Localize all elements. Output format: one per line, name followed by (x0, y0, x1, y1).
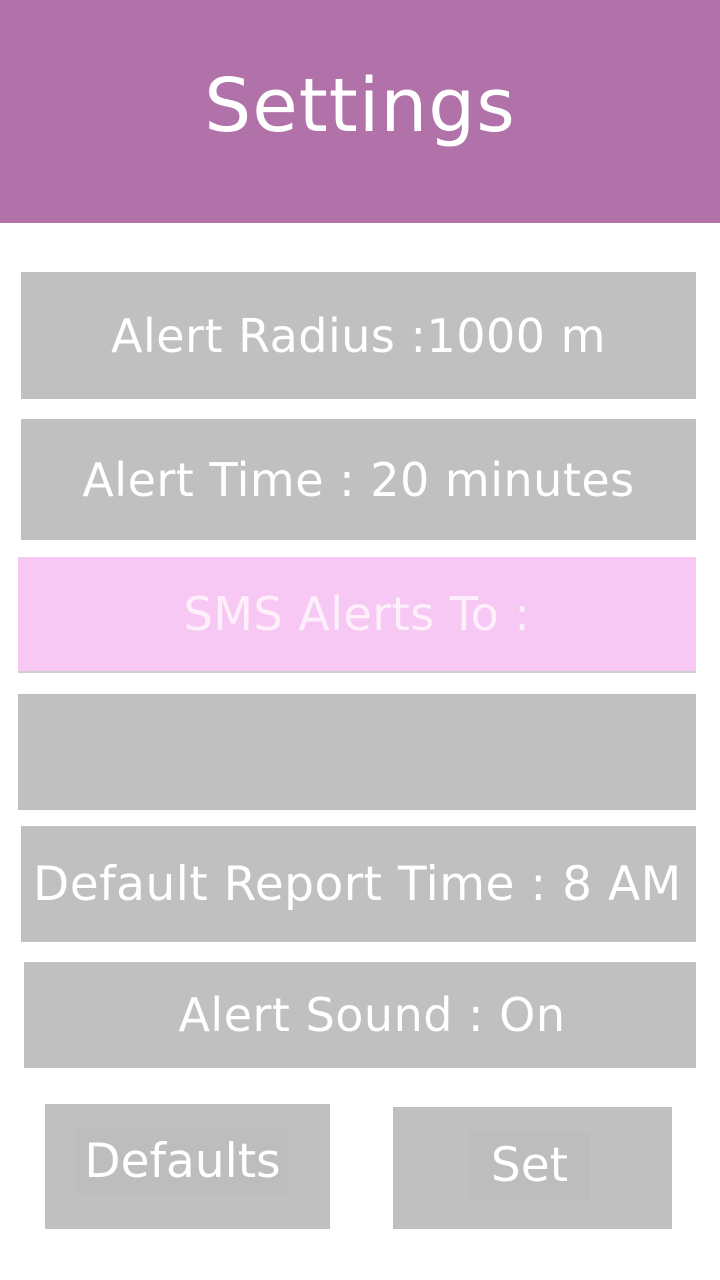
alert-radius-setting[interactable]: Alert Radius :1000 m (21, 272, 696, 399)
set-button-label: Set (468, 1131, 591, 1199)
set-button[interactable]: Set (393, 1107, 672, 1229)
alert-sound-setting[interactable]: Alert Sound : On (24, 962, 696, 1068)
sms-alerts-header: SMS Alerts To : (18, 557, 696, 673)
page-title: Settings (204, 62, 516, 149)
alert-radius-label: Alert Radius :1000 m (111, 308, 606, 363)
app-header: Settings (0, 0, 720, 223)
sms-alerts-label: SMS Alerts To : (183, 587, 531, 641)
defaults-button-label: Defaults (76, 1128, 289, 1195)
default-report-time-label: Default Report Time : 8 AM (33, 856, 682, 912)
alert-time-setting[interactable]: Alert Time : 20 minutes (21, 419, 696, 540)
alert-time-label: Alert Time : 20 minutes (82, 452, 635, 507)
default-report-time-setting[interactable]: Default Report Time : 8 AM (21, 826, 696, 942)
alert-sound-label: Alert Sound : On (178, 988, 566, 1042)
sms-recipient-input[interactable] (18, 694, 696, 810)
defaults-button[interactable]: Defaults (45, 1104, 330, 1229)
